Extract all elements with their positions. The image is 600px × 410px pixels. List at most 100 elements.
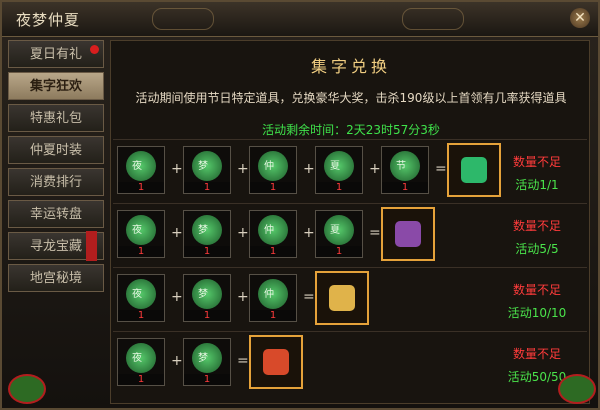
sidebar-item-label: 夏日有礼 [29,47,82,62]
sidebar-item-lucky-wheel[interactable]: 幸运转盘 [8,200,104,228]
close-button[interactable]: ✕ [570,8,590,28]
plus-sign: + [171,161,183,177]
item-glyph: 梦 [198,353,208,364]
ingredient-slot[interactable]: 梦1 [183,210,231,258]
sidebar-item-label: 仲夏时装 [29,143,82,158]
item-glyph: 仲 [264,225,274,236]
item-glyph: 夏 [330,161,340,172]
item-glyph: 节 [396,161,406,172]
item-count: 1 [250,246,296,257]
recipe-status: 数量不足 活动1/1 [497,153,577,193]
event-sidebar: 夏日有礼 集字狂欢 特惠礼包 仲夏时装 消费排行 幸运转盘 寻龙宝藏 地宫秘境 [8,40,106,400]
title-bar: 夜梦仲夏 ✕ [2,2,598,37]
panel-description: 活动期间使用节日特定道具，兑换豪华大奖，击杀190级以上首领有几率获得道具 [135,91,567,105]
ingredient-slot[interactable]: 仲1 [249,274,297,322]
item-glyph: 夜 [132,353,142,364]
item-count: 1 [250,310,296,321]
jade-scepter-icon [461,157,487,183]
recipe-row: 夜1 + 梦1 + 仲1 + 夏1 = 数量不足 活动5/5 [113,203,587,266]
ingredient-slot[interactable]: 仲1 [249,146,297,194]
treasure-chest-icon [395,221,421,247]
item-glyph: 仲 [264,289,274,300]
event-window: 夜梦仲夏 ✕ 夏日有礼 集字狂欢 特惠礼包 仲夏时装 消费排行 幸运转盘 寻龙宝… [0,0,600,410]
title-ornament-icon [152,8,214,30]
plus-sign: + [369,161,381,177]
item-glyph: 梦 [198,161,208,172]
ingredient-slot[interactable]: 夏1 [315,210,363,258]
ingredient-slot[interactable]: 梦1 [183,146,231,194]
flag-icon [86,231,97,261]
sidebar-item-underground-palace[interactable]: 地宫秘境 [8,264,104,292]
item-count: 1 [184,374,230,385]
ingredient-slot[interactable]: 夜1 [117,146,165,194]
equals-sign: = [435,161,447,177]
reward-slot[interactable] [315,271,369,325]
equals-sign: = [369,225,381,241]
ingredient-slot[interactable]: 夜1 [117,338,165,386]
item-glyph: 夜 [132,289,142,300]
sidebar-item-label: 寻龙宝藏 [29,239,82,254]
recipe-row: 夜1 + 梦1 = 数量不足 活动50/50 [113,331,587,394]
item-count: 1 [250,182,296,193]
sidebar-item-label: 幸运转盘 [29,207,82,222]
sidebar-item-word-collect[interactable]: 集字狂欢 [8,72,104,100]
reward-slot[interactable] [249,335,303,389]
sidebar-item-summer-fashion[interactable]: 仲夏时装 [8,136,104,164]
title-ornament-icon [402,8,464,30]
panel-heading: 集字兑换 [310,57,391,76]
sidebar-item-spend-rank[interactable]: 消费排行 [8,168,104,196]
plus-sign: + [237,289,249,305]
item-glyph: 夏 [330,225,340,236]
ingredient-slot[interactable]: 夏1 [315,146,363,194]
item-count: 1 [118,246,164,257]
progress-label: 活动5/5 [515,242,559,256]
ingredient-slot[interactable]: 梦1 [183,274,231,322]
item-count: 1 [118,374,164,385]
recipe-status: 数量不足 活动10/10 [497,281,577,321]
item-count: 1 [184,246,230,257]
ingredient-slot[interactable]: 仲1 [249,210,297,258]
ingredient-slot[interactable]: 梦1 [183,338,231,386]
plus-sign: + [171,225,183,241]
recipe-grid: 夜1 + 梦1 + 仲1 + 夏1 + 节1 = 数量不足 活动1/1 夜1 + [113,139,587,403]
item-glyph: 梦 [198,225,208,236]
sidebar-item-label: 集字狂欢 [29,79,82,94]
ingredient-slot[interactable]: 夜1 [117,274,165,322]
item-count: 1 [184,182,230,193]
item-count: 1 [118,310,164,321]
sidebar-item-label: 特惠礼包 [29,111,82,126]
item-count: 1 [316,246,362,257]
insufficient-label: 数量不足 [512,347,561,361]
sidebar-item-special-pack[interactable]: 特惠礼包 [8,104,104,132]
sidebar-item-dragon-treasure[interactable]: 寻龙宝藏 [8,231,104,261]
insufficient-label: 数量不足 [512,283,561,297]
sidebar-item-label: 地宫秘境 [29,271,82,286]
recipe-row: 夜1 + 梦1 + 仲1 = 数量不足 活动10/10 [113,267,587,330]
progress-label: 活动1/1 [515,178,559,192]
reward-slot[interactable] [381,207,435,261]
sidebar-item-summer-gift[interactable]: 夏日有礼 [8,40,104,68]
item-glyph: 夜 [132,225,142,236]
equals-sign: = [237,353,249,369]
reward-slot[interactable] [447,143,501,197]
progress-label: 活动10/10 [507,306,567,320]
item-glyph: 梦 [198,289,208,300]
ingredient-slot[interactable]: 夜1 [117,210,165,258]
watermelon-decoration-icon [8,374,46,404]
plus-sign: + [303,161,315,177]
watermelon-decoration-icon [558,374,596,404]
item-count: 1 [316,182,362,193]
plus-sign: + [171,353,183,369]
plus-sign: + [237,225,249,241]
red-chest-icon [263,349,289,375]
exchange-panel: 集字兑换 活动期间使用节日特定道具，兑换豪华大奖，击杀190级以上首领有几率获得… [110,40,590,404]
item-count: 1 [118,182,164,193]
item-glyph: 仲 [264,161,274,172]
insufficient-label: 数量不足 [512,155,561,169]
insufficient-label: 数量不足 [512,219,561,233]
ingredient-slot[interactable]: 节1 [381,146,429,194]
plus-sign: + [237,161,249,177]
window-title: 夜梦仲夏 [16,11,81,29]
plus-sign: + [171,289,183,305]
sidebar-item-label: 消费排行 [29,175,82,190]
